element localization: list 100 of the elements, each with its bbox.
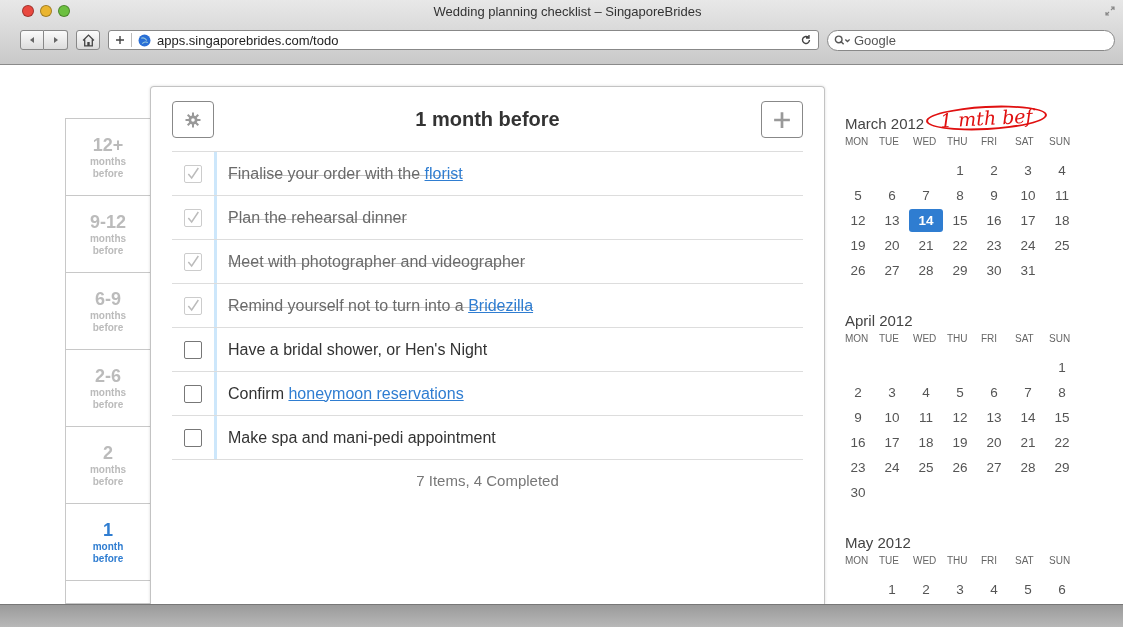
task-link[interactable]: honeymoon reservations [288, 384, 464, 403]
minimize-icon[interactable] [40, 5, 52, 17]
reload-icon[interactable] [800, 34, 812, 46]
calendar-day[interactable]: 19 [945, 431, 975, 454]
calendar-day[interactable]: 11 [1047, 184, 1077, 207]
calendar-day[interactable]: 24 [877, 456, 907, 479]
calendar-day[interactable]: 29 [1047, 456, 1077, 479]
weekday-label: FRI [981, 332, 999, 346]
checkbox[interactable] [184, 340, 202, 359]
calendar-day[interactable]: 26 [945, 456, 975, 479]
calendar-day[interactable]: 27 [877, 259, 907, 282]
calendar-day[interactable]: 29 [945, 259, 975, 282]
weekday-label: SUN [1049, 332, 1072, 346]
search-field[interactable]: Google [827, 29, 1115, 51]
calendar-day[interactable]: 3 [1013, 159, 1043, 182]
calendar-day[interactable]: 23 [979, 234, 1009, 257]
calendar-day[interactable]: 27 [979, 456, 1009, 479]
calendar-day[interactable]: 30 [843, 481, 873, 504]
checkbox[interactable] [184, 428, 202, 447]
calendar-day[interactable]: 2 [843, 381, 873, 404]
home-button[interactable] [76, 30, 100, 50]
calendar-day[interactable]: 2 [979, 159, 1009, 182]
calendar-day[interactable]: 5 [843, 184, 873, 207]
weekday-label: WED [913, 135, 938, 149]
calendar-day[interactable]: 3 [945, 578, 975, 601]
calendar-day[interactable]: 9 [843, 406, 873, 429]
calendar-day[interactable]: 13 [877, 209, 907, 232]
checkbox[interactable] [184, 384, 202, 403]
calendar-day[interactable]: 26 [843, 259, 873, 282]
calendar-day[interactable]: 8 [945, 184, 975, 207]
calendar-day[interactable]: 6 [1047, 578, 1077, 601]
calendar-day[interactable]: 4 [1047, 159, 1077, 182]
sidebar-tab[interactable]: 1 month before [66, 504, 150, 581]
checkbox[interactable] [184, 252, 202, 271]
calendar-day[interactable]: 19 [843, 234, 873, 257]
calendar-day[interactable]: 28 [911, 259, 941, 282]
weekday-label: WED [913, 332, 938, 346]
back-button[interactable] [20, 30, 44, 50]
calendar-day[interactable]: 28 [1013, 456, 1043, 479]
calendar-day[interactable]: 21 [911, 234, 941, 257]
checkbox[interactable] [184, 208, 202, 227]
task-link[interactable]: florist [424, 164, 463, 183]
fullscreen-icon[interactable] [1105, 6, 1115, 16]
calendar-day[interactable]: 11 [911, 406, 941, 429]
calendar-day[interactable]: 7 [1013, 381, 1043, 404]
calendar-day[interactable]: 17 [877, 431, 907, 454]
calendar-day[interactable]: 6 [979, 381, 1009, 404]
calendar-day[interactable]: 15 [1047, 406, 1077, 429]
calendar-day[interactable]: 15 [945, 209, 975, 232]
calendar-day[interactable]: 5 [945, 381, 975, 404]
calendar-day[interactable]: 7 [911, 184, 941, 207]
checkbox[interactable] [184, 296, 202, 315]
month-title: April 2012 [845, 311, 913, 329]
weekday-label: SUN [1049, 135, 1072, 149]
calendar-day[interactable]: 3 [877, 381, 907, 404]
calendar-day[interactable]: 24 [1013, 234, 1043, 257]
calendar-day[interactable]: 31 [1013, 259, 1043, 282]
calendar-day[interactable]: 21 [1013, 431, 1043, 454]
add-button[interactable] [761, 101, 803, 138]
zoom-icon[interactable] [58, 5, 70, 17]
address-field[interactable]: apps.singaporebrides.com/todo [108, 30, 819, 50]
calendar-day[interactable]: 25 [1047, 234, 1077, 257]
calendar-day[interactable]: 2 [911, 578, 941, 601]
calendar-day[interactable]: 10 [1013, 184, 1043, 207]
calendar-day[interactable]: 14 [1013, 406, 1043, 429]
calendar-day[interactable]: 18 [911, 431, 941, 454]
calendar-day[interactable]: 12 [843, 209, 873, 232]
calendar-day[interactable]: 14 [909, 209, 943, 232]
task-text: Have a bridal shower, or Hen's Night [227, 339, 488, 360]
calendar-day[interactable]: 1 [1047, 356, 1077, 379]
calendar-day[interactable]: 12 [945, 406, 975, 429]
weekday-label: FRI [981, 554, 999, 568]
close-icon[interactable] [22, 5, 34, 17]
calendar-day[interactable]: 6 [877, 184, 907, 207]
calendar-day[interactable]: 22 [945, 234, 975, 257]
task-link[interactable]: Bridezilla [468, 296, 534, 315]
calendar-day[interactable]: 20 [979, 431, 1009, 454]
forward-button[interactable] [44, 30, 68, 50]
calendar-day[interactable]: 23 [843, 456, 873, 479]
add-icon[interactable] [115, 35, 125, 45]
calendar-day[interactable]: 13 [979, 406, 1009, 429]
calendar-day[interactable]: 8 [1047, 381, 1077, 404]
calendar-day[interactable]: 1 [945, 159, 975, 182]
calendar-day[interactable]: 20 [877, 234, 907, 257]
calendar-day[interactable]: 1 [877, 578, 907, 601]
calendar-day[interactable]: 30 [979, 259, 1009, 282]
calendar-day[interactable]: 4 [979, 578, 1009, 601]
settings-button[interactable] [172, 101, 214, 138]
calendar-day[interactable]: 25 [911, 456, 941, 479]
calendar-day[interactable]: 16 [843, 431, 873, 454]
calendar-day[interactable]: 22 [1047, 431, 1077, 454]
calendar-day[interactable]: 16 [979, 209, 1009, 232]
checkbox[interactable] [184, 164, 202, 183]
calendar-day[interactable]: 10 [877, 406, 907, 429]
calendar-day[interactable]: 17 [1013, 209, 1043, 232]
calendar-day[interactable]: 4 [911, 381, 941, 404]
calendar-day[interactable]: 5 [1013, 578, 1043, 601]
calendar-day[interactable]: 9 [979, 184, 1009, 207]
plus-icon [773, 110, 791, 129]
calendar-day[interactable]: 18 [1047, 209, 1077, 232]
